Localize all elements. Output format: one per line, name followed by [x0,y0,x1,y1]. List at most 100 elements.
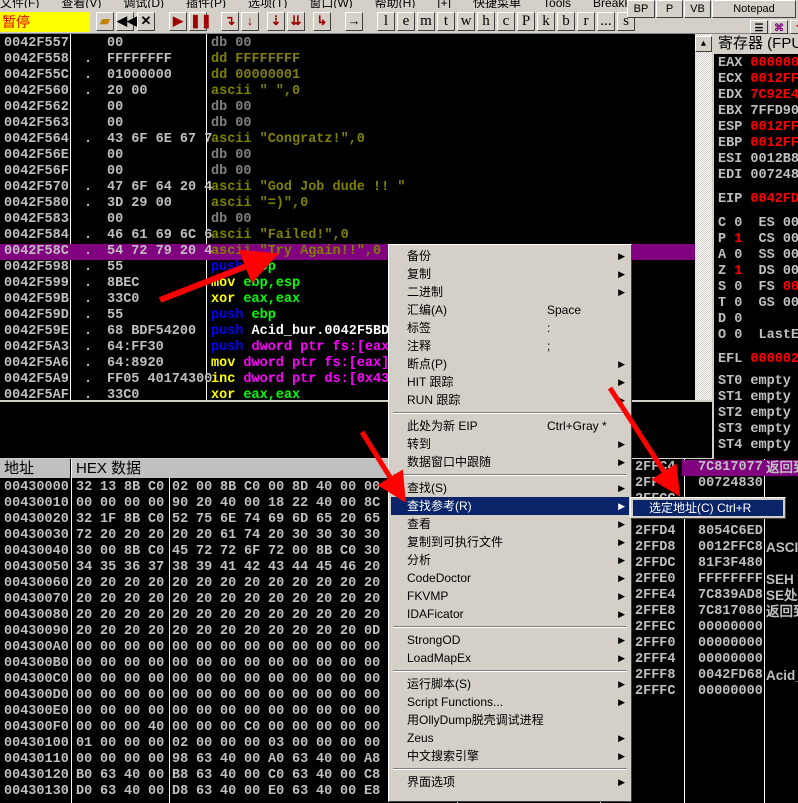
dump-byte[interactable]: 63 [100,784,116,800]
disasm-row[interactable]: 0042F560. 20 00 ascii " ",0 [0,84,695,100]
menu-item[interactable]: 标签: [391,319,629,337]
stack-row[interactable]: 2FFDC 81F3F480 [632,556,798,572]
dump-byte[interactable]: 30 [76,544,92,560]
menu-item[interactable]: 二进制 ▶ [391,283,629,301]
dump-byte[interactable]: C0 [244,720,260,736]
toolbar-letter-button[interactable]: P [517,12,535,31]
fpu-register[interactable]: ST4 empty [718,438,791,454]
menu-item[interactable]: 复制 ▶ [391,265,629,283]
dump-byte[interactable]: 63 [196,752,212,768]
dump-byte[interactable]: 00 [244,768,260,784]
register-value[interactable]: 007248 [750,168,798,183]
menu-item[interactable]: 注释; [391,337,629,355]
dump-byte[interactable]: 00 [148,704,164,720]
dump-byte[interactable]: 00 [340,720,356,736]
dump-byte[interactable]: 8B [220,480,236,496]
dump-byte[interactable]: 40 [316,480,332,496]
dump-byte[interactable]: 00 [172,720,188,736]
dump-byte[interactable]: 00 [172,656,188,672]
dump-byte[interactable]: 00 [100,704,116,720]
dump-byte[interactable]: 20 [364,576,380,592]
dump-byte[interactable]: 00 [124,672,140,688]
dump-byte[interactable]: 36 [124,560,140,576]
dump-byte[interactable]: 45 [172,544,188,560]
dump-byte[interactable]: 8B [124,512,140,528]
dump-byte[interactable]: 43 [268,560,284,576]
dump-byte[interactable]: 40 [316,768,332,784]
disasm-row[interactable]: 0042F56F 00 db 00 [0,164,695,180]
flag-z[interactable]: Z 1 DS 00 [718,264,798,280]
open-icon[interactable]: ▰ [96,12,114,31]
dump-byte[interactable]: 42 [244,560,260,576]
dump-byte[interactable]: 00 [220,672,236,688]
run-icon[interactable]: ▶ [169,12,187,31]
dump-byte[interactable]: 00 [220,688,236,704]
trace-over-icon[interactable]: ⇊ [287,12,305,31]
dump-byte[interactable]: 00 [268,640,284,656]
fpu-register[interactable]: ST0 empty [718,374,791,390]
dump-byte[interactable]: B8 [172,768,188,784]
dump-byte[interactable]: 00 [316,640,332,656]
dump-byte[interactable]: 20 [196,624,212,640]
menu-item[interactable]: 文件(F) [0,0,39,8]
dump-byte[interactable]: 63 [292,768,308,784]
stack-row[interactable]: 2FFE0 FFFFFFFFSEH 链 [632,572,798,588]
dump-byte[interactable]: 6D [292,512,308,528]
scroll-up-icon[interactable]: ▲ [695,36,712,52]
dump-byte[interactable]: 18 [268,496,284,512]
dump-byte[interactable]: 30 [316,528,332,544]
dump-byte[interactable]: 20 [196,576,212,592]
dump-byte[interactable]: 00 [148,496,164,512]
dump-byte[interactable]: 00 [268,704,284,720]
fpu-register[interactable]: ST3 empty [718,422,791,438]
dump-byte[interactable]: 20 [172,608,188,624]
dump-byte[interactable]: 00 [292,656,308,672]
dump-byte[interactable]: 20 [316,608,332,624]
dump-byte[interactable]: 40 [220,496,236,512]
dump-byte[interactable]: 00 [148,768,164,784]
plugin-button[interactable]: VB [684,0,711,18]
dump-byte[interactable]: 20 [220,576,236,592]
dump-byte[interactable]: D8 [172,784,188,800]
dump-byte[interactable]: 74 [244,528,260,544]
dump-byte[interactable]: 13 [100,480,116,496]
dump-byte[interactable]: 00 [340,640,356,656]
dump-byte[interactable]: 00 [316,704,332,720]
register-ebx[interactable]: EBX 7FFD90 [718,104,798,120]
menu-item[interactable]: 复制到可执行文件 ▶ [391,533,629,551]
dump-byte[interactable]: 20 [148,576,164,592]
register-eip[interactable]: EIP 0042FD [718,192,798,208]
dump-byte[interactable]: 00 [100,640,116,656]
dump-byte[interactable]: 00 [244,496,260,512]
dump-byte[interactable]: 00 [196,480,212,496]
dump-byte[interactable]: B0 [76,768,92,784]
register-value[interactable]: 0012B8 [750,152,798,167]
trace-into-icon[interactable]: ⇣ [267,12,285,31]
menu-item[interactable]: FKVMP ▶ [391,587,629,605]
dump-byte[interactable]: 20 [268,528,284,544]
dump-byte[interactable]: 37 [148,560,164,576]
dump-byte[interactable]: 00 [340,480,356,496]
dump-byte[interactable]: 20 [220,624,236,640]
dump-byte[interactable]: 00 [340,672,356,688]
toolbar-letter-button[interactable]: h [477,12,495,31]
disasm-row[interactable]: 0042F563 00 db 00 [0,116,695,132]
dump-byte[interactable]: 00 [76,720,92,736]
list-icon[interactable]: ☰ [750,20,768,35]
dump-byte[interactable]: 00 [268,480,284,496]
dump-byte[interactable]: 00 [196,720,212,736]
dump-byte[interactable]: 40 [124,768,140,784]
stack-row[interactable]: 2FFF0 00000000 [632,636,798,652]
dump-byte[interactable]: 20 [364,560,380,576]
dump-byte[interactable]: 00 [244,640,260,656]
dump-byte[interactable]: 20 [148,608,164,624]
dump-byte[interactable]: 00 [316,720,332,736]
toolbar-letter-button[interactable]: r [577,12,595,31]
dump-byte[interactable]: 00 [124,688,140,704]
dump-byte[interactable]: 63 [292,784,308,800]
stack-row[interactable]: 2FFE4 7C839AD8SE处理 [632,588,798,604]
menu-item[interactable]: 调试(D) [123,0,164,8]
dump-byte[interactable]: 61 [220,528,236,544]
dump-byte[interactable]: 20 [76,624,92,640]
dump-byte[interactable]: 40 [220,752,236,768]
